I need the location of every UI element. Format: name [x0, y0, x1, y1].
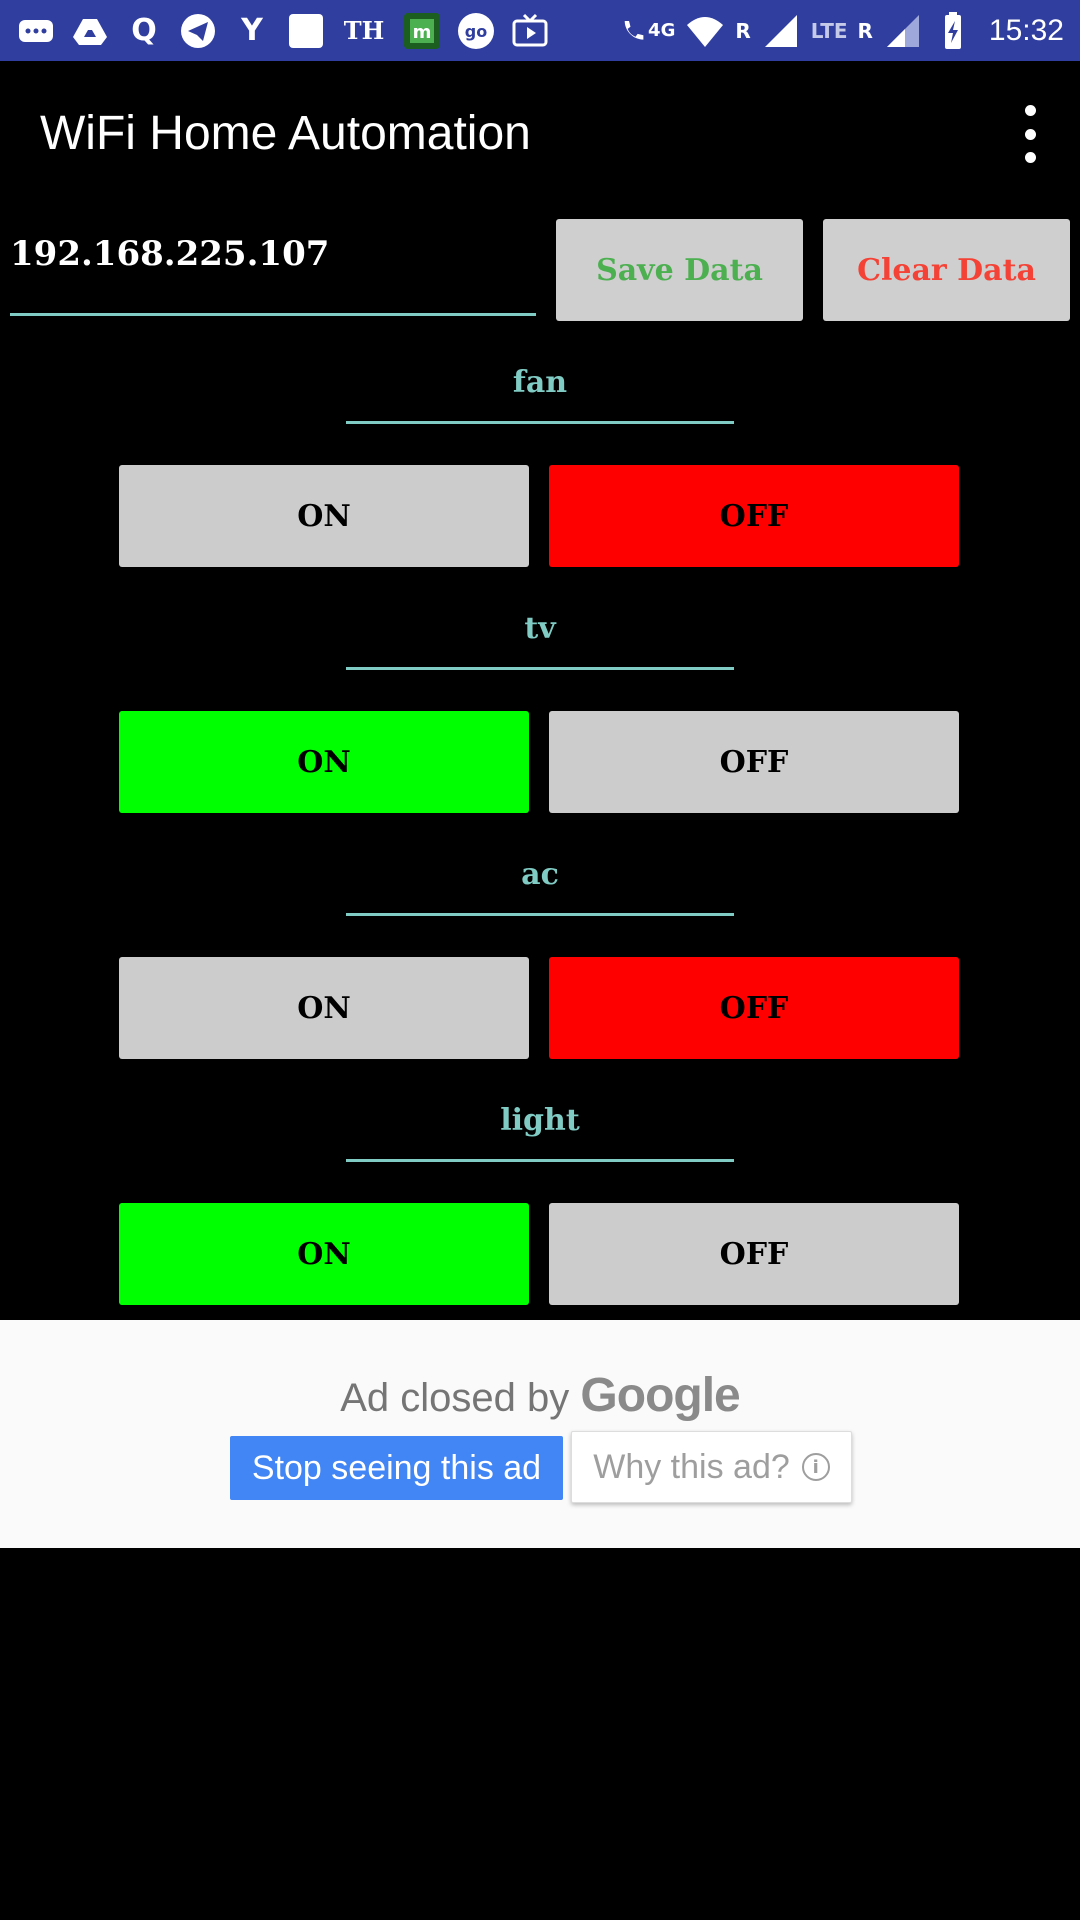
yandex-icon: Y: [241, 13, 263, 48]
ip-address-input[interactable]: [10, 222, 536, 286]
app-title: WiFi Home Automation: [40, 107, 531, 160]
tv-off-button[interactable]: OFF: [549, 711, 959, 813]
ad-banner: Ad closed by Google Stop seeing this ad …: [0, 1320, 1080, 1548]
ac-off-button[interactable]: OFF: [549, 957, 959, 1059]
device-name-light[interactable]: light: [346, 1082, 734, 1162]
call-wifi-icon: 4G: [619, 11, 675, 51]
fan-on-button[interactable]: ON: [119, 465, 529, 567]
telegram-icon: [178, 11, 218, 51]
stop-seeing-ad-button[interactable]: Stop seeing this ad: [230, 1436, 563, 1500]
signal-icon: [761, 11, 801, 51]
clear-data-button[interactable]: Clear Data: [823, 219, 1070, 321]
why-this-ad-button[interactable]: Why this ad? i: [571, 1431, 852, 1503]
ip-address-field[interactable]: [10, 222, 536, 316]
device-name-tv[interactable]: tv: [346, 590, 734, 670]
battery-charging-icon: [933, 11, 973, 51]
fan-off-button[interactable]: OFF: [549, 465, 959, 567]
roaming-indicator-2: R: [857, 18, 873, 43]
lte-signal-icon: [883, 11, 923, 51]
tv-icon: [510, 11, 550, 51]
why-this-ad-label: Why this ad?: [593, 1447, 790, 1486]
drive-icon: [70, 11, 110, 51]
ad-closed-message: Ad closed by Google: [340, 1369, 740, 1422]
save-data-button[interactable]: Save Data: [556, 219, 803, 321]
wifi-icon: [685, 11, 725, 51]
light-off-button[interactable]: OFF: [549, 1203, 959, 1305]
light-on-button[interactable]: ON: [119, 1203, 529, 1305]
google-logo: Google: [580, 1369, 740, 1422]
status-bar: Q Y TH m go 4G R LTE R 15:32: [0, 0, 1080, 61]
info-icon: i: [801, 1453, 830, 1481]
status-time: 15:32: [988, 13, 1064, 47]
ac-on-button[interactable]: ON: [119, 957, 529, 1059]
tv-on-button[interactable]: ON: [119, 711, 529, 813]
svg-text:m: m: [413, 22, 432, 43]
m-app-icon: m: [402, 11, 442, 51]
quora-icon: Q: [131, 13, 157, 48]
chat-icon: [16, 11, 56, 51]
go-app-icon: go: [456, 11, 496, 51]
roaming-indicator-1: R: [735, 18, 751, 43]
overflow-menu-icon[interactable]: [1010, 105, 1050, 163]
th-icon: TH: [343, 16, 385, 45]
device-name-fan[interactable]: fan: [346, 344, 734, 424]
app-bar: WiFi Home Automation: [0, 61, 1080, 206]
device-name-ac[interactable]: ac: [346, 836, 734, 916]
blank-app-icon: [286, 11, 326, 51]
svg-text:go: go: [465, 22, 487, 41]
lte-indicator: LTE: [810, 18, 848, 43]
